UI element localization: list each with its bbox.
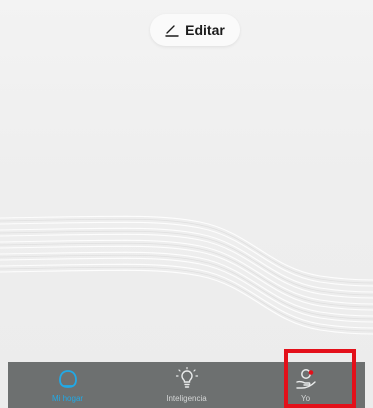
notification-dot [308,370,313,375]
tab-mi-hogar[interactable]: Mi hogar [8,362,127,408]
tab-label-yo: Yo [300,394,311,403]
home-screen: Editar Mi hogar Inteligencia Yo [0,0,373,408]
user-hand-icon [295,369,316,389]
tab-yo[interactable]: Yo [246,362,365,408]
tab-inteligencia[interactable]: Inteligencia [127,362,246,408]
pencil-icon [165,25,179,37]
background-wave-lines [0,215,373,335]
home-icon [58,370,77,388]
edit-button-label: Editar [185,22,225,38]
tab-label-inteligencia: Inteligencia [166,394,207,403]
tab-label-mi-hogar: Mi hogar [51,394,84,403]
lightbulb-icon [175,367,198,388]
edit-button[interactable]: Editar [150,14,240,46]
bottom-tab-bar: Mi hogar Inteligencia Yo [8,362,365,408]
